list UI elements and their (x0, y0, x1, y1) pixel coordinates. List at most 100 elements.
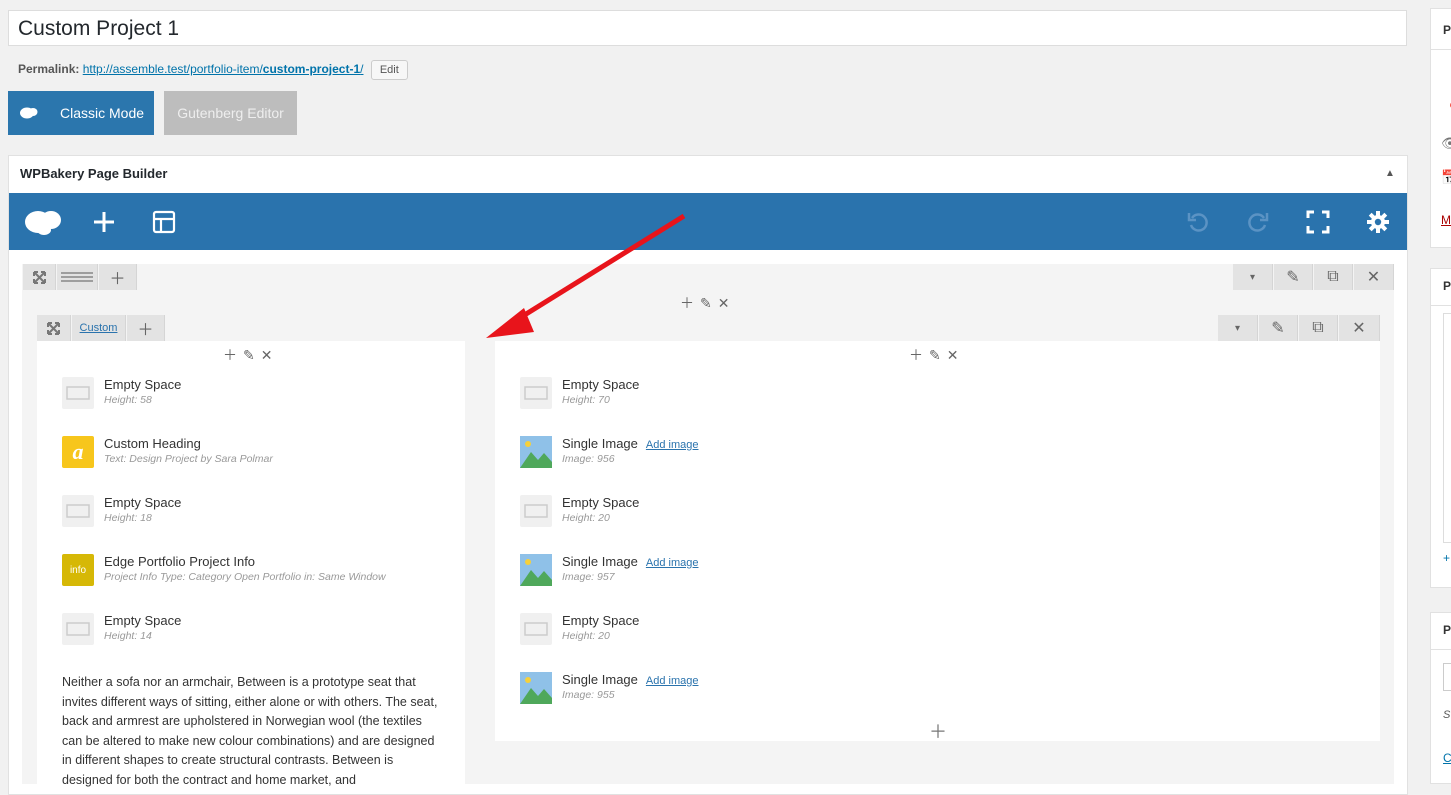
inner-row-clone-icon[interactable]: ⧉ (1299, 315, 1338, 341)
inner-row-move-icon[interactable] (37, 315, 71, 341)
element-params: Height: 70 (562, 394, 610, 406)
add-image-link[interactable]: Add image (646, 675, 699, 687)
builder-toolbar (9, 193, 1407, 250)
empty-space-icon (62, 495, 94, 527)
red-arrow-annotation (486, 213, 686, 338)
empty-space-icon (520, 377, 552, 409)
empty-space-icon (520, 613, 552, 645)
permalink-link[interactable]: http://assemble.test/portfolio-item/cust… (83, 62, 364, 76)
element-portfolio-info[interactable]: info Edge Portfolio Project Info Project … (62, 554, 386, 586)
element-params: Height: 20 (562, 512, 610, 524)
element-empty-space[interactable]: Empty Space Height: 20 (520, 495, 639, 527)
row-toggle-icon[interactable]: ▾ (1233, 264, 1273, 290)
panel-toggle-icon[interactable]: ▲ (1385, 168, 1395, 179)
element-name: Single Image Add image (562, 554, 699, 569)
left-column-controls: ＋ ✎ ✕ (223, 345, 272, 365)
empty-space-icon (62, 377, 94, 409)
element-name: Empty Space (104, 495, 182, 510)
page-builder-title: WPBakery Page Builder (20, 166, 168, 181)
add-icon[interactable]: ＋ (223, 345, 237, 365)
element-name: Empty Space (562, 495, 640, 510)
permalink-label: Permalink: (18, 62, 80, 76)
classic-mode-button[interactable]: Classic Mode (8, 91, 154, 135)
element-name: Custom Heading (104, 436, 201, 451)
add-element-icon[interactable] (89, 207, 119, 237)
row-edit-pencil-icon[interactable]: ✎ (1274, 264, 1313, 290)
add-element-plus-icon[interactable]: ＋ (929, 718, 947, 744)
image-icon (520, 436, 552, 468)
permalink-row: Permalink: http://assemble.test/portfoli… (18, 60, 408, 80)
edit-pencil-icon[interactable]: ✎ (700, 295, 712, 312)
element-name: Edge Portfolio Project Info (104, 554, 256, 569)
image-icon (520, 672, 552, 704)
permalink-edit-button[interactable]: Edit (370, 60, 408, 80)
inner-row-toggle-icon[interactable]: ▾ (1218, 315, 1258, 341)
element-single-image[interactable]: Single Image Add image Image: 957 (520, 554, 698, 586)
right-column-controls: ＋ ✎ ✕ (909, 345, 958, 365)
element-params: Image: 957 (562, 571, 615, 583)
wpbakery-logo-icon (20, 107, 38, 119)
inner-row-add-icon[interactable]: ＋ (127, 315, 165, 341)
element-name: Single Image Add image (562, 672, 699, 687)
element-empty-space[interactable]: Empty Space Height: 18 (62, 495, 181, 527)
row-move-icon[interactable] (23, 264, 56, 290)
edit-pencil-icon[interactable]: ✎ (243, 347, 255, 364)
element-name: Empty Space (104, 613, 182, 628)
info-icon: info (62, 554, 94, 586)
element-params: Height: 18 (104, 512, 152, 524)
element-empty-space[interactable]: Empty Space Height: 14 (62, 613, 181, 645)
row-layout-icon[interactable] (57, 264, 98, 290)
element-name: Empty Space (104, 377, 182, 392)
gutenberg-editor-button[interactable]: Gutenberg Editor (164, 91, 297, 135)
element-name: Empty Space (562, 377, 640, 392)
calendar-icon: 📅 (1441, 169, 1451, 185)
redo-icon[interactable] (1243, 207, 1273, 237)
add-icon[interactable]: ＋ (909, 345, 923, 365)
element-single-image[interactable]: Single Image Add image Image: 956 (520, 436, 698, 468)
inner-row-delete-icon[interactable]: ✕ (1339, 315, 1380, 341)
element-custom-heading[interactable]: a Custom Heading Text: Design Project by … (62, 436, 273, 468)
element-name: Single Image Add image (562, 436, 699, 451)
post-title-input[interactable]: Custom Project 1 (8, 10, 1407, 46)
wpbakery-logo-icon[interactable] (23, 207, 63, 237)
element-empty-space[interactable]: Empty Space Height: 58 (62, 377, 181, 409)
element-params: Height: 14 (104, 630, 152, 642)
add-image-link[interactable]: Add image (646, 557, 699, 569)
edit-pencil-icon[interactable]: ✎ (929, 347, 941, 364)
element-single-image[interactable]: Single Image Add image Image: 955 (520, 672, 698, 704)
row-delete-icon[interactable]: ✕ (1354, 264, 1394, 290)
add-image-link[interactable]: Add image (646, 439, 699, 451)
element-params: Text: Design Project by Sara Polmar (104, 453, 273, 465)
custom-heading-icon: a (62, 436, 94, 468)
classic-mode-label: Classic Mode (60, 105, 145, 121)
close-icon[interactable]: ✕ (947, 347, 959, 364)
fullscreen-icon[interactable] (1303, 207, 1333, 237)
element-empty-space[interactable]: Empty Space Height: 70 (520, 377, 639, 409)
templates-icon[interactable] (149, 207, 179, 237)
element-params: Project Info Type: Category Open Portfol… (104, 571, 386, 583)
element-params: Image: 955 (562, 689, 615, 701)
sidebar-box-publish: P 📍 👁 📅 M (1430, 8, 1451, 248)
undo-icon[interactable] (1183, 207, 1213, 237)
element-name: Empty Space (562, 613, 640, 628)
empty-space-icon (62, 613, 94, 645)
close-icon[interactable]: ✕ (261, 347, 273, 364)
sidebar-box-featured: P S C (1430, 612, 1451, 784)
element-empty-space[interactable]: Empty Space Height: 20 (520, 613, 639, 645)
row-add-column-icon[interactable]: ＋ (99, 264, 137, 290)
sidebar-box-attributes: P + (1430, 268, 1451, 588)
gutenberg-editor-label: Gutenberg Editor (177, 105, 284, 121)
inner-row-edit-pencil-icon[interactable]: ✎ (1259, 315, 1298, 341)
element-params: Height: 58 (104, 394, 152, 406)
text-block-paragraph[interactable]: Neither a sofa nor an armchair, Between … (62, 673, 442, 790)
inner-row-custom-tag[interactable]: Custom (72, 315, 126, 341)
image-icon (520, 554, 552, 586)
element-params: Image: 956 (562, 453, 615, 465)
pin-icon: 📍 (1445, 101, 1451, 118)
eye-icon: 👁 (1441, 135, 1451, 151)
close-icon[interactable]: ✕ (718, 295, 730, 312)
settings-gear-icon[interactable] (1363, 207, 1393, 237)
element-params: Height: 20 (562, 630, 610, 642)
empty-space-icon (520, 495, 552, 527)
row-clone-icon[interactable]: ⧉ (1314, 264, 1353, 290)
